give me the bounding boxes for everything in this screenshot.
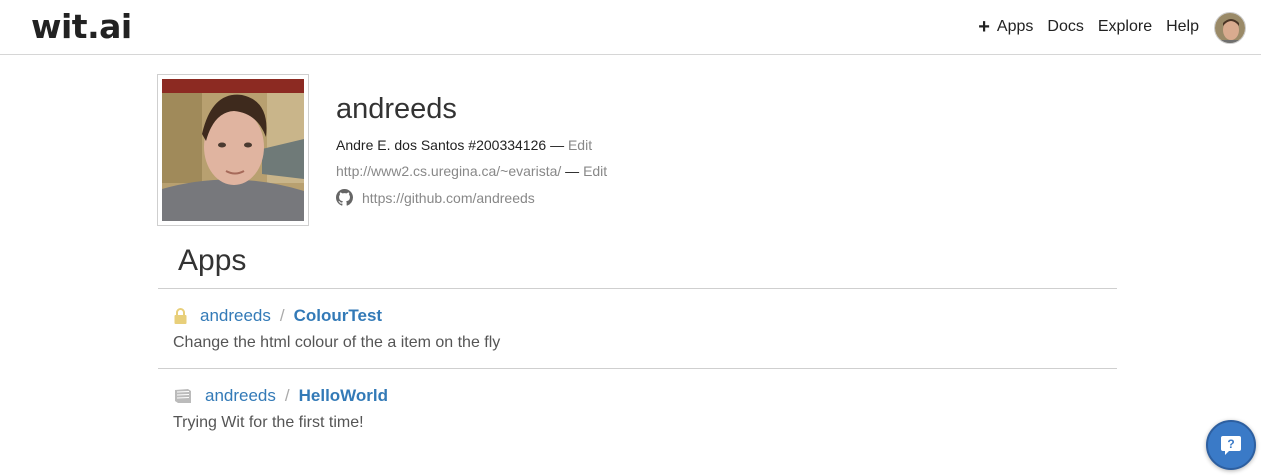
nav-help-link[interactable]: Help [1166, 17, 1199, 37]
path-separator: / [279, 306, 285, 325]
nav-apps-link[interactable]: Apps [997, 17, 1033, 37]
profile-photo [157, 74, 309, 226]
profile-username: andreeds [336, 93, 457, 125]
svg-text:?: ? [1227, 437, 1234, 451]
app-owner-link[interactable]: andreeds [205, 386, 276, 406]
book-icon [175, 389, 191, 403]
avatar-image [1215, 13, 1245, 43]
app-name-link[interactable]: ColourTest [294, 306, 382, 326]
nav-docs-link[interactable]: Docs [1047, 17, 1083, 37]
help-chat-button[interactable]: ? [1206, 420, 1256, 470]
divider [158, 288, 1117, 289]
profile-photo-image [162, 79, 304, 221]
divider [158, 368, 1117, 369]
profile-github-link[interactable]: https://github.com/andreeds [362, 190, 535, 206]
lock-icon [174, 308, 187, 324]
new-app-plus-icon[interactable]: + [978, 17, 990, 37]
path-separator: / [284, 386, 290, 405]
app-description: Change the html colour of the a item on … [173, 334, 501, 351]
github-row: https://github.com/andreeds [336, 189, 535, 206]
profile-realname: Andre E. dos Santos #200334126 [336, 137, 547, 153]
edit-realname-link[interactable]: Edit [568, 137, 592, 153]
profile-website-link[interactable]: http://www2.cs.uregina.ca/~evarista/ [336, 163, 561, 179]
separator-dash: — [565, 163, 580, 179]
app-row-header: andreeds / HelloWorld [173, 386, 388, 406]
wit-logo[interactable]: wit.ai [31, 7, 132, 46]
top-nav: + Apps Docs Explore Help [978, 17, 1199, 37]
user-avatar[interactable] [1214, 12, 1246, 44]
realname-row: Andre E. dos Santos #200334126 — Edit [336, 137, 592, 153]
top-navbar: wit.ai + Apps Docs Explore Help [0, 0, 1261, 55]
app-row-header: andreeds / ColourTest [173, 306, 382, 326]
website-row: http://www2.cs.uregina.ca/~evarista/ — E… [336, 163, 607, 179]
app-description: Trying Wit for the first time! [173, 414, 364, 431]
github-icon [336, 189, 353, 206]
app-name-link[interactable]: HelloWorld [299, 386, 388, 406]
edit-website-link[interactable]: Edit [583, 163, 607, 179]
help-question-icon: ? [1221, 436, 1241, 455]
separator-dash: — [550, 137, 565, 153]
apps-heading: Apps [178, 244, 247, 277]
app-owner-link[interactable]: andreeds [200, 306, 271, 326]
nav-explore-link[interactable]: Explore [1098, 17, 1152, 37]
